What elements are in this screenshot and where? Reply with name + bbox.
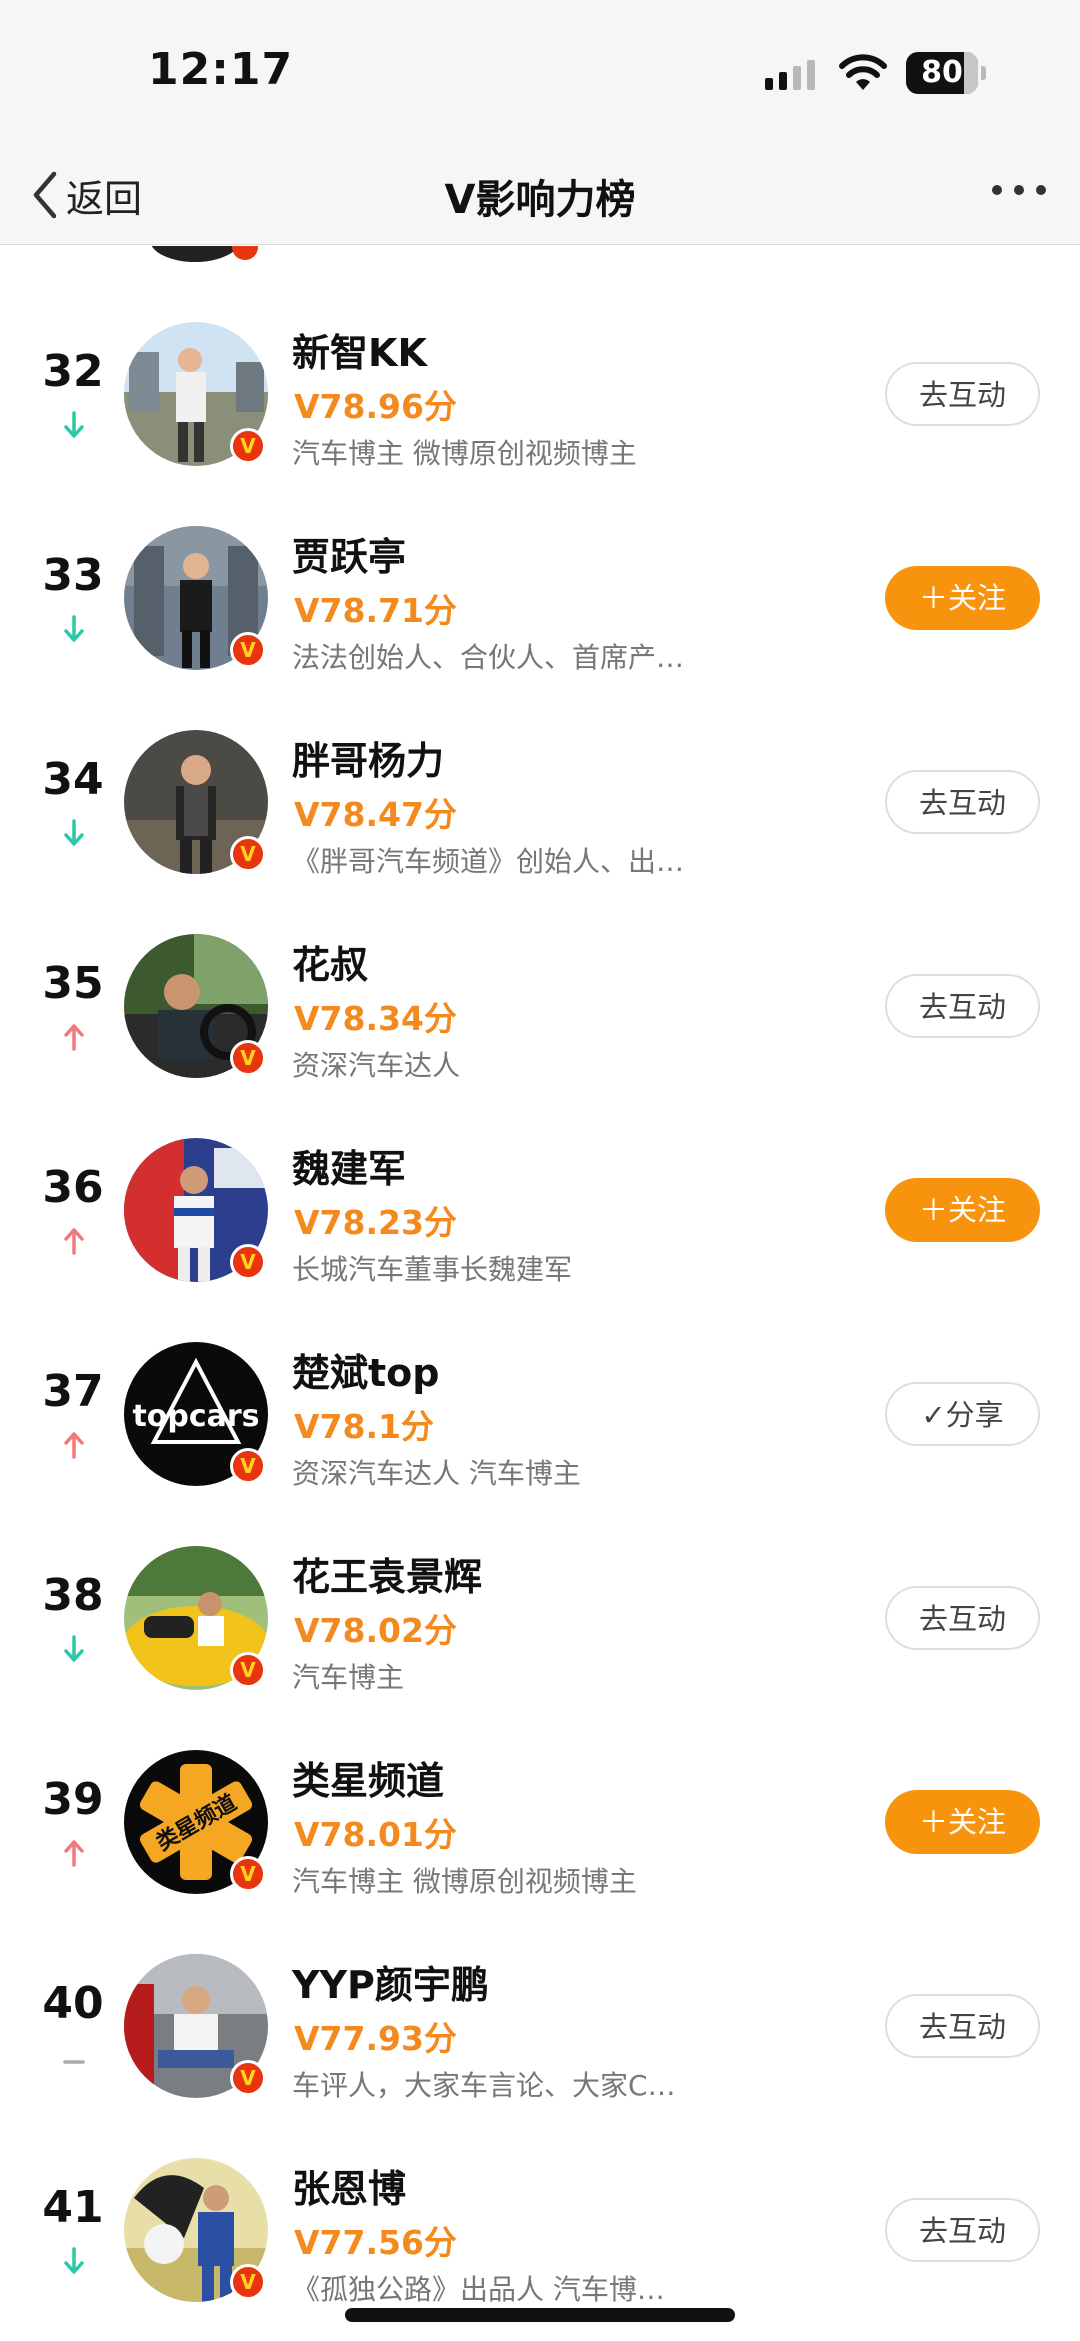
interact-button[interactable]: 去互动 [885,362,1040,426]
rank-number: 37 [42,1366,104,1417]
page-title: V影响力榜 [444,177,636,223]
verified-badge-icon: V [230,1040,266,1076]
user-description: 汽车博主 微博原创视频博主 [292,1865,637,1898]
user-description: 《孤独公路》出品人 汽车博… [292,2273,665,2306]
verified-badge-icon: V [230,1448,266,1484]
rank-number: 34 [42,754,104,805]
user-description: 汽车博主 微博原创视频博主 [292,437,637,470]
avatar-logo-text: topcars [132,1399,259,1434]
list-item[interactable]: 33 V 贾跃亭 V78.71分法法创始人、合伙人、首席产… ＋关注 [0,496,1080,700]
battery-level: 80 [921,55,963,90]
list-item[interactable]: 39 类星频道 V 类星频道 V78.01分 汽车博主 微博原创视频博主 ＋关注 [0,1720,1080,1924]
rank-number: 33 [42,550,104,601]
user-description: 法法创始人、合伙人、首席产… [292,641,685,674]
user-description: 汽车博主 [292,1661,405,1694]
follow-button[interactable]: ＋关注 [885,1790,1040,1854]
interact-button[interactable]: 去互动 [885,1994,1040,2058]
verified-badge-icon: V [230,1244,266,1280]
trend-up-icon [64,1228,84,1255]
user-description: 长城汽车董事长魏建军 [292,1253,573,1286]
trend-up-icon [64,1840,84,1867]
rank-number: 36 [42,1162,104,1213]
trend-down-icon [64,2247,84,2274]
verified-badge-icon: V [230,2264,266,2300]
influence-score: V78.23分 [294,1203,457,1242]
interact-button[interactable]: 去互动 [885,2198,1040,2262]
verified-badge-icon: V [230,1856,266,1892]
verified-badge-icon: V [230,632,266,668]
list-item-partial[interactable]: 汽车博主 微博原创视频博主 … [0,246,1080,266]
list-item[interactable]: 32 V 新智KK V78.96分汽车博主 微博原创视频博主 去互动 [0,292,1080,496]
influence-score: V78.47分 [294,795,457,834]
trend-down-icon [64,819,84,846]
interact-button[interactable]: 去互动 [885,1586,1040,1650]
trend-down-icon [64,615,84,642]
interact-button[interactable]: 去互动 [885,974,1040,1038]
home-indicator[interactable] [345,2308,735,2322]
trend-up-icon [64,1432,84,1459]
trend-down-icon [64,411,84,438]
rank-number: 41 [42,2182,104,2233]
trend-same-icon [63,2060,85,2064]
trend-down-icon [64,1635,84,1662]
verified-badge-icon: V [230,2060,266,2096]
user-name[interactable]: 新智KK [292,322,427,377]
user-description: 资深汽车达人 [292,1049,461,1082]
influence-score: V78.34分 [294,999,457,1038]
user-name[interactable]: YYP颜宇鹏 [292,1954,489,2009]
rank-number: 39 [42,1774,104,1825]
verified-badge-icon: V [230,1652,266,1688]
user-name[interactable]: 胖哥杨力 [292,730,444,785]
rank-number: 35 [42,958,104,1009]
list-item[interactable]: 35 V 花叔 V78.34分资深汽车达人 去互动 [0,904,1080,1108]
user-name[interactable]: 花王袁景辉 [292,1546,482,1601]
list-item-desc: 汽车博主 微博原创视频博主 … [292,246,674,254]
rank-number: 38 [42,1570,104,1621]
influence-score: V78.01分 [294,1815,457,1854]
list-item[interactable]: 36 V 魏建军 V78.23分长城汽车董事长魏建军 ＋关注 [0,1108,1080,1312]
user-name[interactable]: 魏建军 [292,1138,406,1193]
rank-number: 40 [42,1978,104,2029]
user-name[interactable]: 类星频道 [292,1750,444,1805]
ranking-list: 汽车博主 微博原创视频博主 … 32 V 新智KK V78.96分汽车博主 微博原创视… [0,246,1080,2341]
battery-icon: 80 [906,52,986,94]
share-button[interactable]: ✓分享 [885,1382,1040,1446]
list-item[interactable]: 40 V YYP颜宇鹏 V77.93分车评人，大家车言论、大家C… 去互动 [0,1924,1080,2128]
interact-button[interactable]: 去互动 [885,770,1040,834]
signal-icon [765,60,815,90]
more-options-icon[interactable] [992,185,1046,195]
user-name[interactable]: 楚斌top [292,1342,439,1397]
influence-score: V77.93分 [294,2019,457,2058]
trend-up-icon [64,1024,84,1051]
nav-bar: 返回 V影响力榜 [0,145,1080,245]
verified-badge-icon: V [230,428,266,464]
verified-badge-icon: V [230,836,266,872]
user-description: 车评人，大家车言论、大家C… [292,2069,676,2102]
list-item[interactable]: 34 V 胖哥杨力 V78.47分《胖哥汽车频道》创始人、出… 去互动 [0,700,1080,904]
list-item[interactable]: 37 topcars V 楚斌top V78.1分资深汽车达人 汽车博主 ✓分享 [0,1312,1080,1516]
influence-score: V77.56分 [294,2223,457,2262]
wifi-icon [839,54,887,90]
influence-score: V78.1分 [294,1407,434,1446]
influence-score: V78.02分 [294,1611,457,1650]
list-item[interactable]: 38 V 花王袁景辉 V78.02分汽车博主 去互动 [0,1516,1080,1720]
user-description: 资深汽车达人 汽车博主 [292,1457,581,1490]
user-description: 《胖哥汽车频道》创始人、出… [292,845,685,878]
status-time: 12:17 [148,44,294,95]
verified-badge-icon [232,246,258,260]
follow-button[interactable]: ＋关注 [885,1178,1040,1242]
avatar [150,246,240,262]
user-name[interactable]: 张恩博 [292,2158,406,2213]
status-bar: 12:17 80 [0,0,1080,145]
user-name[interactable]: 贾跃亭 [292,526,406,581]
rank-number: 32 [42,346,104,397]
list-item[interactable]: 41 V 张恩博 V77.56分《孤独公路》出品人 汽车博… 去互动 [0,2128,1080,2332]
user-name[interactable]: 花叔 [292,934,368,989]
influence-score: V78.96分 [294,387,457,426]
follow-button[interactable]: ＋关注 [885,566,1040,630]
influence-score: V78.71分 [294,591,457,630]
